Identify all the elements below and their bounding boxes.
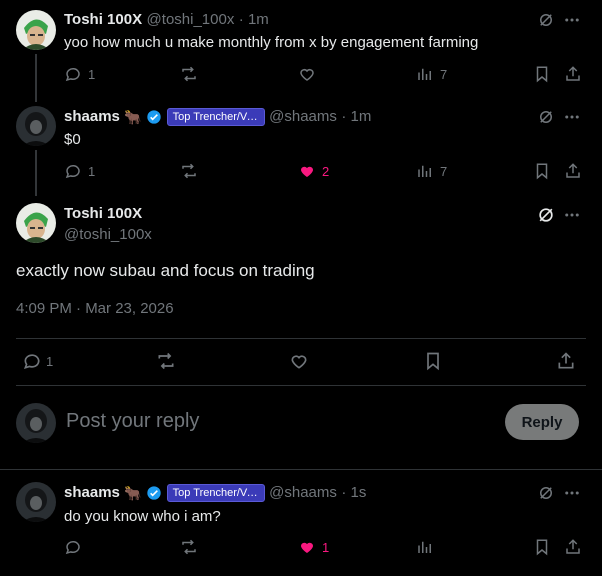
reply-input[interactable]: Post your reply [66,410,199,433]
grok-icon[interactable] [537,484,555,502]
divider [0,469,602,470]
grok-icon[interactable] [536,205,556,225]
affiliate-badge[interactable]: Top Trencher/Ve... [166,484,265,502]
affiliate-badge[interactable]: Top Trencher/Ve... [166,108,265,126]
views-icon [418,165,431,177]
post-time[interactable]: · 1m [341,108,371,125]
views-icon [418,68,431,80]
views-icon [418,541,431,553]
views-button[interactable]: 7 [416,65,447,83]
post-header: shaams 🐂 Top Trencher/Ve... @shaams · 1m [64,108,371,126]
share-button[interactable] [564,65,582,83]
bookmark-button[interactable] [533,538,551,556]
post-time[interactable]: · 1m [239,11,269,28]
avatar[interactable] [16,482,56,522]
views-count: 7 [440,66,448,82]
reply-submit-button[interactable]: Reply [505,404,579,440]
bookmark-icon [536,539,548,556]
repost-button[interactable] [156,351,176,371]
author-handle[interactable]: @toshi_100x [64,226,152,243]
more-icon[interactable] [563,206,581,224]
author-name[interactable]: shaams [64,108,120,125]
author-handle[interactable]: @shaams [269,484,337,501]
author-name[interactable]: Toshi 100X [64,205,142,222]
avatar[interactable] [16,106,56,146]
more-icon[interactable] [563,108,581,126]
verified-icon [147,486,161,500]
avatar[interactable] [16,10,56,50]
like-button[interactable]: 2 [298,162,329,180]
share-icon [566,539,580,554]
reply-button[interactable] [64,538,82,556]
like-button[interactable] [298,65,316,83]
like-count: 1 [322,539,330,555]
bookmark-icon [427,352,439,371]
reply-icon [23,354,40,369]
like-icon [291,355,307,369]
post-text: do you know who i am? [64,508,221,525]
bookmark-button[interactable] [533,65,551,83]
share-button[interactable] [564,162,582,180]
repost-icon [182,66,196,82]
cow-emoji-icon: 🐂 [124,484,142,501]
avatar[interactable] [16,203,56,243]
reply-button[interactable]: 1 [64,162,95,180]
like-icon-filled [300,542,314,553]
share-button[interactable] [564,538,582,556]
thread-line [35,150,37,196]
views-button[interactable]: 7 [416,162,447,180]
bookmark-icon [536,66,548,83]
repost-icon [182,539,196,555]
repost-button[interactable] [180,65,198,83]
more-icon[interactable] [563,11,581,29]
post-text: yoo how much u make monthly from x by en… [64,34,479,51]
like-count: 2 [322,163,330,179]
author-handle[interactable]: @shaams [269,108,337,125]
author-handle[interactable]: @toshi_100x [147,11,235,28]
bookmark-icon [536,163,548,180]
post-text: $0 [64,131,81,148]
reply-count: 1 [88,66,96,82]
post-time[interactable]: · 1s [341,484,366,501]
bookmark-button[interactable] [533,162,551,180]
grok-icon[interactable] [537,108,555,126]
reply-count: 1 [46,353,54,369]
post-text: exactly now subau and focus on trading [16,261,315,280]
repost-icon [182,163,196,179]
reply-count: 1 [88,163,96,179]
grok-icon[interactable] [537,11,555,29]
views-button[interactable] [416,538,434,556]
author-name[interactable]: Toshi 100X [64,11,142,28]
avatar[interactable] [16,403,56,443]
reply-icon [65,68,80,82]
divider [16,338,586,339]
like-button[interactable]: 1 [298,538,329,556]
post-timestamp[interactable]: 4:09 PM · Mar 23, 2026 [16,300,174,317]
like-button[interactable] [289,351,309,371]
share-icon [566,66,580,81]
reply-button[interactable]: 1 [22,351,53,371]
repost-icon [158,352,174,370]
bookmark-button[interactable] [423,351,443,371]
reply-icon [65,165,80,179]
share-button[interactable] [556,351,576,371]
reply-icon [65,541,80,555]
share-icon [558,352,574,369]
cow-emoji-icon: 🐂 [124,108,142,125]
share-icon [566,163,580,178]
like-icon [300,69,314,81]
author-name[interactable]: shaams [64,484,120,501]
views-count: 7 [440,163,448,179]
repost-button[interactable] [180,162,198,180]
like-icon-filled [300,166,314,177]
thread-line [35,54,37,102]
more-icon[interactable] [563,484,581,502]
post-header: shaams 🐂 Top Trencher/Ve... @shaams · 1s [64,484,366,502]
reply-button[interactable]: 1 [64,65,95,83]
repost-button[interactable] [180,538,198,556]
verified-icon [147,110,161,124]
post-header: Toshi 100X @toshi_100x · 1m [64,11,269,29]
divider [16,385,586,386]
